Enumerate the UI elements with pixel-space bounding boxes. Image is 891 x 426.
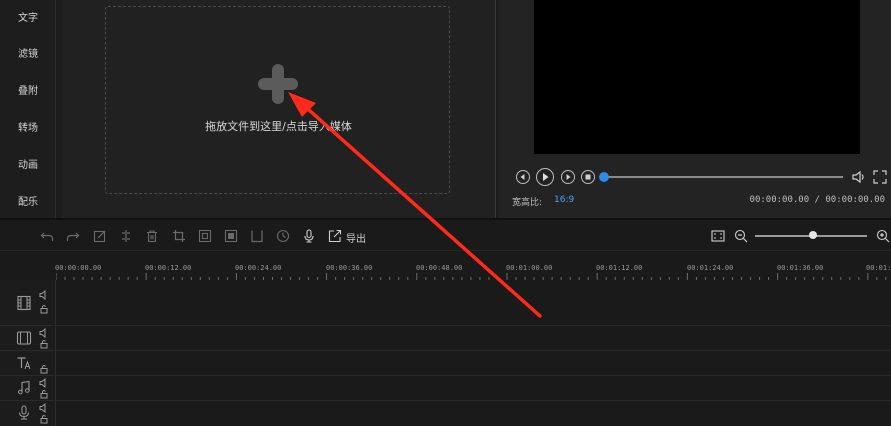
sidebar-item-filter[interactable]: 滤镜 — [0, 45, 56, 60]
track-lane[interactable] — [56, 401, 891, 426]
speaker-icon[interactable] — [39, 290, 49, 300]
sidebar-item-overlay[interactable]: 叠附 — [0, 82, 56, 97]
stop-button[interactable] — [581, 170, 595, 184]
playback-progress-track[interactable] — [604, 176, 843, 178]
track-header — [0, 280, 56, 325]
ruler-tick-label: 00:00:12.00 — [145, 264, 192, 272]
play-icon — [543, 173, 549, 181]
ruler-tick-label: 00:00:24.00 — [235, 264, 282, 272]
zoom-out-icon[interactable] — [734, 229, 748, 243]
volume-icon[interactable] — [851, 169, 867, 185]
freeze-frame-icon[interactable] — [250, 229, 264, 243]
speaker-icon[interactable] — [39, 328, 49, 338]
aspect-ratio-value[interactable]: 16:9 — [554, 195, 574, 205]
microphone-icon[interactable] — [302, 229, 316, 243]
crop-icon[interactable] — [172, 229, 186, 243]
track-header — [0, 351, 56, 375]
timeline-zoom-handle[interactable] — [809, 231, 817, 239]
media-panel: 拖放文件到这里/点击导入媒体 — [62, 0, 496, 218]
step-back-icon — [520, 174, 525, 180]
export-icon[interactable] — [328, 229, 342, 243]
split-icon[interactable] — [119, 229, 133, 243]
sidebar-item-transition[interactable]: 转场 — [0, 119, 56, 134]
ruler-tick-label: 00:01:24.00 — [687, 264, 734, 272]
redo-icon[interactable] — [66, 229, 80, 243]
preview-panel: 宽高比: 16:9 00:00:00.00 / 00:00:00.00 — [498, 0, 891, 218]
film-icon — [17, 295, 31, 311]
plus-icon[interactable] — [258, 64, 298, 104]
text-icon — [17, 357, 31, 370]
step-forward-icon — [566, 174, 571, 180]
music-icon — [18, 380, 30, 395]
previous-frame-button[interactable] — [516, 170, 530, 184]
lock-icon[interactable] — [39, 339, 49, 349]
lock-icon[interactable] — [39, 364, 49, 374]
timeline-toolbar: 导出 — [0, 218, 891, 250]
microphone-icon — [19, 405, 29, 420]
timeline-tracks — [0, 280, 891, 426]
lock-icon[interactable] — [39, 304, 49, 314]
aspect-ratio-label: 宽高比: — [512, 198, 543, 208]
lock-icon[interactable] — [39, 414, 49, 424]
track-header — [0, 401, 56, 426]
stop-icon — [585, 174, 591, 180]
play-button[interactable] — [536, 168, 554, 186]
overlay-track[interactable] — [0, 326, 891, 351]
ruler-tick-label: 00:01:00.00 — [506, 264, 553, 272]
ruler-tick-label: 00:01:4 — [866, 264, 891, 272]
mosaic-icon[interactable] — [224, 229, 238, 243]
delete-icon[interactable] — [145, 229, 159, 243]
ruler-tick-label: 00:00:48.00 — [416, 264, 463, 272]
export-button[interactable]: 导出 — [346, 230, 366, 245]
fullscreen-icon[interactable] — [872, 169, 888, 185]
track-header — [0, 326, 56, 350]
zoom-in-icon[interactable] — [876, 229, 890, 243]
speaker-icon[interactable] — [39, 378, 49, 388]
next-frame-button[interactable] — [561, 170, 575, 184]
track-lane[interactable] — [56, 376, 891, 400]
fit-icon[interactable] — [711, 229, 725, 243]
zoom-box-icon[interactable] — [198, 229, 212, 243]
music-track[interactable] — [0, 376, 891, 401]
track-lane[interactable] — [56, 326, 891, 350]
sidebar-item-music[interactable]: 配乐 — [0, 193, 56, 208]
track-header — [0, 376, 56, 400]
text-track[interactable] — [0, 351, 891, 376]
ruler-tick-label: 00:00:36.00 — [326, 264, 373, 272]
category-sidebar: 文字 滤镜 叠附 转场 动画 配乐 — [0, 0, 56, 218]
undo-icon[interactable] — [40, 229, 54, 243]
track-lane[interactable] — [56, 351, 891, 375]
lock-icon[interactable] — [39, 389, 49, 399]
video-track[interactable] — [0, 280, 891, 326]
duration-icon[interactable] — [276, 229, 290, 243]
playback-progress-handle[interactable] — [599, 172, 609, 182]
ruler-tick-label: 00:01:12.00 — [596, 264, 643, 272]
sidebar-item-animation[interactable]: 动画 — [0, 156, 56, 171]
time-readout: 00:00:00.00 / 00:00:00.00 — [749, 195, 885, 205]
voice-track[interactable] — [0, 401, 891, 426]
overlay-icon — [16, 331, 32, 345]
timeline-ruler[interactable]: 00:00:00.00 00:00:12.00 00:00:24.00 00:0… — [0, 250, 891, 281]
preview-screen — [534, 0, 860, 154]
import-media-hint[interactable]: 拖放文件到这里/点击导入媒体 — [106, 118, 451, 134]
ruler-tick-label: 00:00:00.00 — [55, 264, 102, 272]
track-lane[interactable] — [56, 280, 891, 325]
edit-icon[interactable] — [93, 229, 107, 243]
media-drop-zone[interactable]: 拖放文件到这里/点击导入媒体 — [105, 6, 450, 194]
ruler-tick-label: 00:01:36.00 — [777, 264, 824, 272]
sidebar-item-text[interactable]: 文字 — [0, 9, 56, 24]
speaker-icon[interactable] — [39, 403, 49, 413]
